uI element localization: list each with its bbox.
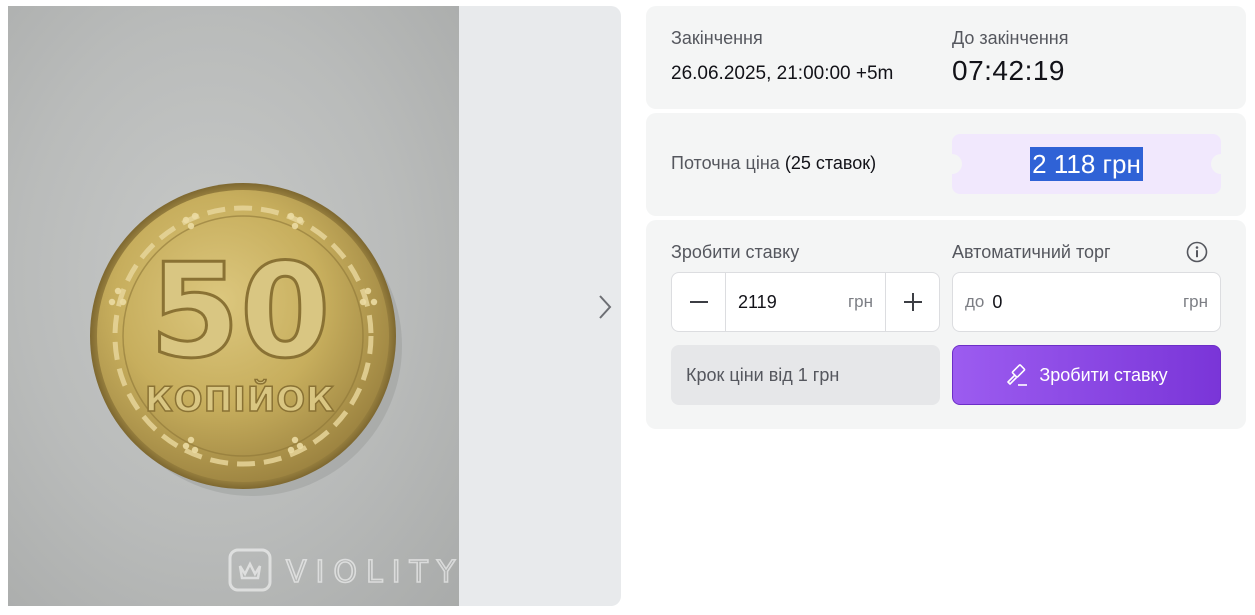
coin-photo[interactable]: 50 КОПІЙОК VIOLITY xyxy=(8,6,459,606)
end-label: Закінчення xyxy=(671,28,763,48)
info-icon[interactable] xyxy=(1186,241,1208,263)
auction-end-card: Закінчення 26.06.2025, 21:00:00 +5m До з… xyxy=(646,6,1246,109)
auto-bid-input[interactable] xyxy=(992,291,1183,313)
chevron-right-icon xyxy=(599,295,612,319)
gavel-icon xyxy=(1007,364,1028,386)
auto-bid-unit: грн xyxy=(1182,292,1208,311)
price-step-info: Крок ціни від 1 грн xyxy=(671,345,940,405)
place-bid-label: Зробити ставку xyxy=(1039,364,1168,385)
auto-bid-prefix: до xyxy=(965,292,985,311)
bid-card: Зробити ставку Автоматичний торг грн до … xyxy=(646,220,1246,429)
image-gallery: 50 КОПІЙОК VIOLITY xyxy=(8,6,621,606)
svg-text:VIOLITY: VIOLITY xyxy=(286,555,459,590)
decrease-bid-button[interactable] xyxy=(672,273,726,331)
coin-image: 50 КОПІЙОК VIOLITY xyxy=(90,183,459,592)
countdown-timer: 07:42:19 xyxy=(952,55,1065,86)
bid-input[interactable] xyxy=(738,291,848,313)
current-price-card: Поточна ціна (25 ставок) 2 118 грн xyxy=(646,113,1246,216)
increase-bid-button[interactable] xyxy=(885,273,939,331)
bid-field: грн xyxy=(726,273,885,331)
svg-text:50: 50 xyxy=(150,235,331,387)
current-price-text: Поточна ціна xyxy=(671,153,780,173)
countdown-label: До закінчення xyxy=(952,28,1069,48)
auto-bid-label: Автоматичний торг xyxy=(952,242,1111,262)
current-price-value: 2 118 грн xyxy=(1030,147,1143,181)
place-bid-button[interactable]: Зробити ставку xyxy=(952,345,1221,405)
minus-icon xyxy=(689,301,708,303)
current-price-label: Поточна ціна (25 ставок) xyxy=(671,153,876,174)
plus-icon xyxy=(903,293,922,311)
bid-label: Зробити ставку xyxy=(671,242,800,262)
auto-bid-field: до грн xyxy=(952,272,1221,332)
bid-count[interactable]: (25 ставок) xyxy=(785,153,876,173)
bid-stepper: грн xyxy=(671,272,940,332)
bid-unit: грн xyxy=(847,292,873,311)
svg-text:КОПІЙОК: КОПІЙОК xyxy=(145,379,335,420)
price-ticket: 2 118 грн xyxy=(942,134,1231,194)
end-datetime: 26.06.2025, 21:00:00 +5m xyxy=(671,63,894,84)
next-image-button[interactable] xyxy=(591,290,619,324)
